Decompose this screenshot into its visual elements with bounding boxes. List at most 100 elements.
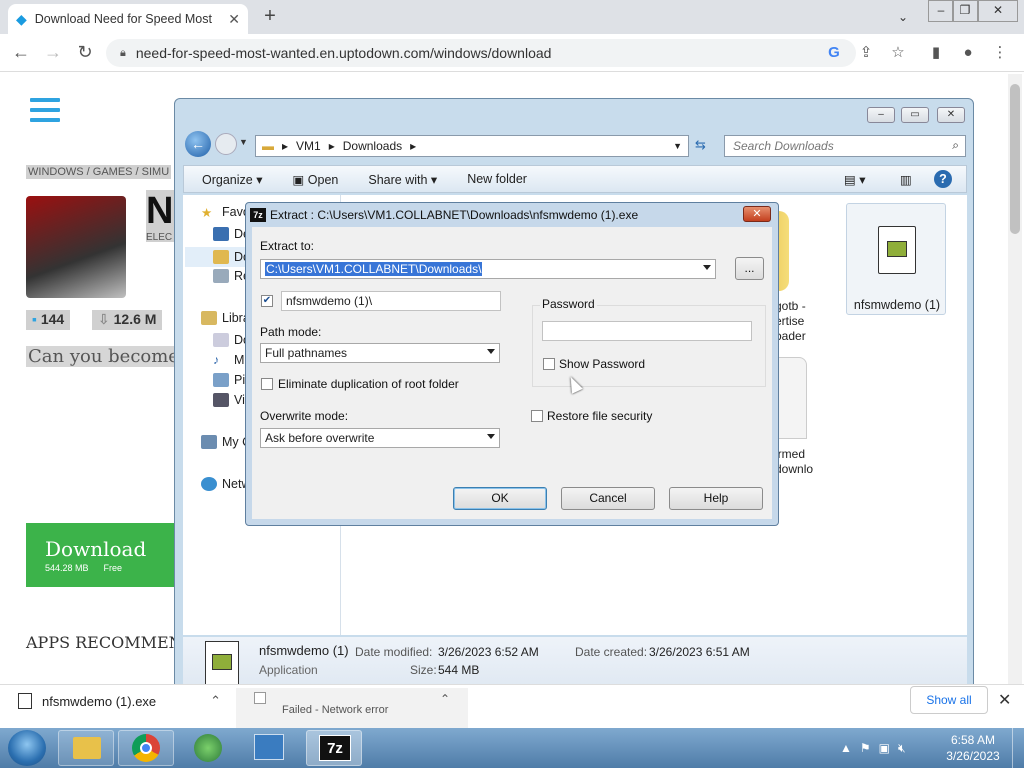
explorer-details-pane: nfsmwdemo (1) Application Date modified:… bbox=[183, 637, 967, 691]
dialog-close-button[interactable]: ✕ bbox=[743, 206, 771, 222]
taskbar-chrome[interactable] bbox=[118, 730, 174, 766]
overwrite-mode-dropdown-icon bbox=[487, 434, 495, 439]
details-date-modified: 3/26/2023 6:52 AM bbox=[438, 645, 539, 659]
path-mode-dropdown-icon bbox=[487, 349, 495, 354]
extract-to-dropdown-icon bbox=[703, 265, 711, 270]
show-all-button[interactable]: Show all bbox=[910, 686, 988, 714]
minimize-button[interactable]: – bbox=[928, 0, 954, 22]
rating-count-badge: ▪ 144 bbox=[26, 310, 71, 330]
details-application-icon bbox=[205, 641, 239, 685]
eliminate-duplication-checkbox[interactable] bbox=[261, 378, 273, 390]
nav-my-computer[interactable]: My C bbox=[201, 435, 251, 449]
forward-arrow-icon[interactable]: → bbox=[42, 42, 64, 64]
developer-name: ELEC bbox=[146, 232, 173, 243]
extract-to-combo[interactable]: C:\Users\VM1.COLLABNET\Downloads\ bbox=[260, 259, 716, 279]
taskbar-explorer[interactable] bbox=[58, 730, 114, 766]
details-size: 544 MB bbox=[438, 663, 480, 677]
search-icon: ⌕ bbox=[952, 138, 959, 152]
explorer-minimize-button[interactable]: – bbox=[867, 107, 895, 123]
help-icon[interactable]: ? bbox=[934, 170, 952, 188]
reload-icon[interactable]: ↻ bbox=[74, 42, 96, 64]
share-with-button[interactable]: Share with ▾ bbox=[368, 172, 437, 187]
nav-favorites[interactable]: ★ Favo bbox=[201, 205, 250, 220]
action-center-flag-icon[interactable]: ⚑ bbox=[860, 741, 871, 755]
eliminate-duplication-label: Eliminate duplication of root folder bbox=[278, 377, 459, 391]
close-window-button[interactable]: ✕ bbox=[978, 0, 1018, 22]
ok-button[interactable]: OK bbox=[453, 487, 547, 510]
subfolder-input[interactable]: nfsmwdemo (1)\ bbox=[281, 291, 501, 311]
google-icon[interactable]: G bbox=[824, 43, 844, 63]
show-hidden-icons-icon[interactable]: ▲ bbox=[840, 741, 852, 755]
recent-pages-chevron-icon[interactable]: ▼ bbox=[239, 137, 248, 147]
details-date-created-label: Date created: bbox=[575, 645, 648, 659]
folder-icon: ▬ bbox=[262, 139, 274, 153]
tab-close-icon[interactable]: ✕ bbox=[228, 11, 240, 28]
taskbar-7zip[interactable]: 7z bbox=[306, 730, 362, 766]
selected-file-label: nfsmwdemo (1) bbox=[853, 298, 941, 312]
taskbar-control-panel[interactable] bbox=[242, 730, 298, 766]
download-item-failed-chevron-icon[interactable]: ⌃ bbox=[440, 692, 450, 706]
share-icon[interactable]: ⇪ bbox=[856, 43, 876, 63]
nav-libraries[interactable]: Libra bbox=[201, 311, 250, 325]
breadcrumb[interactable]: WINDOWS / GAMES / SIMU bbox=[26, 165, 172, 179]
music-icon: ♪ bbox=[213, 353, 220, 367]
view-options-icon[interactable]: ▤ ▾ bbox=[844, 172, 866, 187]
overwrite-mode-select[interactable]: Ask before overwrite bbox=[260, 428, 500, 448]
preview-pane-icon[interactable]: ▥ bbox=[900, 172, 912, 187]
tab-search-chevron-icon[interactable]: ⌄ bbox=[890, 8, 916, 30]
password-input[interactable] bbox=[542, 321, 752, 341]
volume-muted-icon[interactable]: 🔇︎ bbox=[898, 741, 906, 756]
cancel-button[interactable]: Cancel bbox=[561, 487, 655, 510]
open-button[interactable]: ▣ Open bbox=[292, 172, 338, 187]
bookmark-star-icon[interactable]: ☆ bbox=[888, 43, 908, 63]
side-panel-icon[interactable]: ▮ bbox=[926, 43, 946, 63]
show-password-checkbox[interactable] bbox=[543, 358, 555, 370]
extract-to-value: C:\Users\VM1.COLLABNET\Downloads\ bbox=[265, 262, 483, 276]
explorer-command-bar: Organize ▾ ▣ Open Share with ▾ New folde… bbox=[183, 165, 967, 193]
explorer-maximize-button[interactable]: ▭ bbox=[901, 107, 929, 123]
nav-music[interactable]: ♪ Mi bbox=[213, 353, 247, 367]
network-tray-icon[interactable]: ▣ bbox=[879, 741, 890, 755]
menu-kebab-icon[interactable]: ⋮ bbox=[990, 43, 1010, 63]
selected-file-item[interactable]: nfsmwdemo (1) bbox=[846, 203, 946, 315]
dialog-title: Extract : C:\Users\VM1.COLLABNET\Downloa… bbox=[270, 208, 639, 222]
browse-button[interactable]: ... bbox=[735, 257, 764, 280]
extract-to-label: Extract to: bbox=[260, 239, 315, 253]
address-bar[interactable]: 🔒︎ need-for-speed-most-wanted.en.uptodow… bbox=[106, 39, 856, 67]
hamburger-menu-icon[interactable] bbox=[30, 98, 60, 122]
show-desktop-button[interactable] bbox=[1012, 728, 1024, 768]
start-button[interactable] bbox=[8, 730, 46, 766]
path-segment-downloads[interactable]: Downloads bbox=[343, 139, 402, 153]
address-dropdown-icon[interactable]: ▼ bbox=[673, 141, 682, 151]
explorer-forward-button[interactable] bbox=[215, 133, 237, 155]
browser-tab[interactable]: ◆ Download Need for Speed Most ✕ bbox=[8, 4, 248, 34]
close-download-bar-icon[interactable]: ✕ bbox=[998, 690, 1011, 710]
taskbar-clock[interactable]: 6:58 AM 3/26/2023 bbox=[940, 732, 1006, 764]
new-tab-button[interactable]: + bbox=[258, 5, 282, 29]
download-item-chevron-icon[interactable]: ⌃ bbox=[210, 693, 221, 709]
nav-network[interactable]: Netw bbox=[201, 477, 250, 491]
subfolder-checkbox[interactable]: ✔ bbox=[261, 295, 273, 307]
game-cover-image bbox=[26, 196, 126, 298]
explorer-close-button[interactable]: ✕ bbox=[937, 107, 965, 123]
help-button[interactable]: Help bbox=[669, 487, 763, 510]
restore-button[interactable]: ❐ bbox=[952, 0, 978, 22]
profile-avatar-icon[interactable]: ● bbox=[958, 43, 978, 63]
explorer-address-bar[interactable]: ▬ ▸ VM1 ▸ Downloads ▸ ▼ bbox=[255, 135, 689, 157]
refresh-icon[interactable]: ⇆ bbox=[695, 137, 706, 153]
page-scrollbar[interactable] bbox=[1008, 74, 1022, 684]
taskbar-windows-media[interactable] bbox=[182, 730, 238, 766]
new-folder-button[interactable]: New folder bbox=[467, 172, 527, 186]
download-item[interactable]: nfsmwdemo (1).exe ⌃ bbox=[18, 693, 221, 709]
path-segment-vm1[interactable]: VM1 bbox=[296, 139, 321, 153]
explorer-back-button[interactable]: ← bbox=[185, 131, 211, 157]
download-button[interactable]: Download 544.28 MB Free bbox=[26, 523, 176, 587]
download-item-failed[interactable]: Failed - Network error ⌃ bbox=[236, 688, 468, 728]
back-arrow-icon[interactable]: ← bbox=[10, 42, 32, 64]
overwrite-mode-label: Overwrite mode: bbox=[260, 409, 349, 423]
path-mode-select[interactable]: Full pathnames bbox=[260, 343, 500, 363]
explorer-search-input[interactable]: Search Downloads ⌕ bbox=[724, 135, 966, 157]
organize-button[interactable]: Organize ▾ bbox=[202, 172, 262, 187]
file-size-badge: ⇩ 12.6 M bbox=[92, 310, 163, 330]
restore-security-checkbox[interactable] bbox=[531, 410, 543, 422]
